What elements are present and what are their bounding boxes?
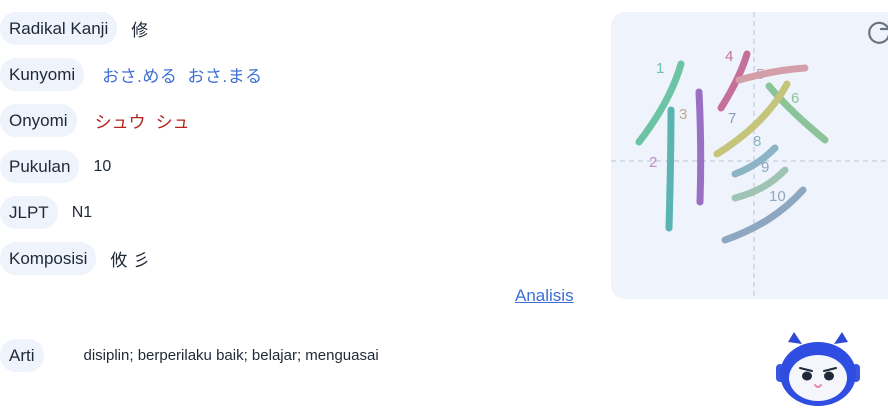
row-radikal: Radikal Kanji 修: [0, 12, 148, 45]
value-jlpt: N1: [71, 203, 93, 221]
stroke-number-8: 8: [753, 133, 761, 150]
stroke-3: [695, 88, 705, 206]
value-kunyomi: おさ.める おさ.まる: [102, 62, 262, 87]
stroke-number-10: 10: [769, 188, 786, 205]
kunyomi-reading[interactable]: おさ.める: [102, 67, 177, 86]
row-kunyomi: Kunyomi おさ.める おさ.まる: [0, 58, 263, 91]
stroke-number-2: 2: [649, 154, 657, 171]
value-arti: disiplin; berperilaku baik; belajar; men…: [83, 347, 379, 364]
reload-icon[interactable]: [864, 18, 888, 48]
value-onyomi: シュウ シュ: [95, 108, 190, 133]
stroke-number-4: 4: [725, 48, 733, 65]
row-onyomi: Onyomi シュウ シュ: [0, 104, 190, 137]
value-komposisi[interactable]: 攸 彡: [110, 246, 149, 271]
label-komposisi: Komposisi: [0, 242, 97, 275]
row-pukulan: Pukulan 10: [0, 150, 111, 183]
value-pukulan: 10: [93, 157, 112, 175]
row-komposisi: Komposisi 攸 彡: [0, 242, 150, 275]
stroke-number-3: 3: [679, 106, 687, 123]
label-radikal: Radikal Kanji: [0, 12, 118, 45]
onyomi-reading[interactable]: シュ: [156, 113, 190, 132]
label-kunyomi: Kunyomi: [0, 58, 85, 91]
robot-mascot-icon[interactable]: [772, 330, 864, 408]
label-onyomi: Onyomi: [0, 104, 77, 137]
stroke-number-7: 7: [728, 110, 736, 127]
row-arti: Arti disiplin; berperilaku baik; belajar…: [0, 339, 379, 372]
stroke-number-1: 1: [656, 60, 664, 77]
analysis-link[interactable]: Analisis: [515, 286, 574, 306]
stroke-number-9: 9: [761, 159, 769, 176]
row-jlpt: JLPT N1: [0, 196, 92, 229]
onyomi-reading[interactable]: シュウ: [95, 113, 146, 132]
value-radikal: 修: [131, 21, 149, 41]
stroke-number-6: 6: [791, 90, 799, 107]
stroke-order-panel[interactable]: 1 2 3 4 5 6 7 8 9 10: [611, 12, 888, 299]
kunyomi-reading[interactable]: おさ.まる: [187, 67, 262, 86]
stroke-number-5: 5: [756, 66, 764, 83]
stroke-2: [665, 106, 675, 232]
label-pukulan: Pukulan: [0, 150, 80, 183]
stroke-5: [735, 64, 809, 84]
stroke-order-diagram: 1 2 3 4 5 6 7 8 9 10: [611, 12, 888, 299]
label-arti: Arti: [0, 339, 44, 372]
label-jlpt: JLPT: [0, 196, 58, 229]
